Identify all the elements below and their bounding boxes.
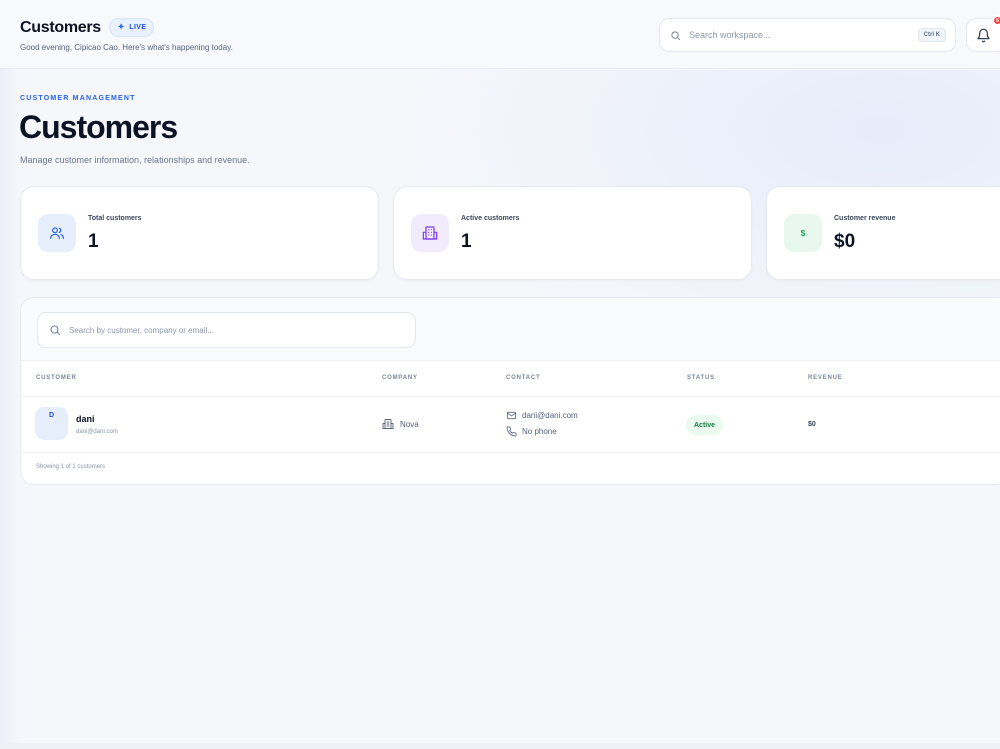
customer-email: dani@dani.com <box>76 429 118 435</box>
customer-name[interactable]: dani <box>76 414 95 424</box>
workspace-search-input[interactable]: Search workspace... Ctrl K <box>659 18 956 52</box>
revenue-value: $0 <box>808 421 816 428</box>
workspace-search-placeholder: Search workspace... <box>689 30 771 40</box>
users-icon <box>38 214 76 252</box>
column-header-status[interactable]: STATUS <box>687 375 715 381</box>
dollar-glyph: $ <box>800 228 806 238</box>
bottom-edge <box>0 743 1000 749</box>
mail-icon <box>506 411 517 420</box>
notification-badge: 6 <box>992 15 1000 26</box>
column-header-revenue[interactable]: REVENUE <box>808 375 843 381</box>
topbar-title: Customers <box>20 18 101 36</box>
live-badge-label: LIVE <box>129 24 147 31</box>
table-row[interactable]: D dani dani@dani.com Nova dani@dani.com … <box>21 397 1000 453</box>
greeting-text: Good evening, Cipicao Cao. Here's what's… <box>20 43 233 52</box>
stat-card-total-customers: Total customers 1 <box>20 186 379 280</box>
stat-card-customer-revenue: $ Customer revenue $0 <box>766 186 1000 280</box>
column-header-contact[interactable]: CONTACT <box>506 375 540 381</box>
customer-search-placeholder: Search by customer, company or email... <box>69 325 214 335</box>
table-toolbar: Search by customer, company or email... <box>21 298 1000 361</box>
topbar-title-row: Customers ✦ LIVE <box>20 18 155 37</box>
contact-phone-line: No phone <box>506 426 557 437</box>
page-description: Manage customer information, relationshi… <box>20 155 250 165</box>
stat-label: Total customers <box>88 215 142 222</box>
top-bar: Customers ✦ LIVE Good evening, Cipicao C… <box>0 0 1000 69</box>
phone-icon <box>506 426 517 437</box>
dollar-icon: $ <box>784 214 822 252</box>
stat-value: $0 <box>834 231 856 252</box>
stat-label: Active customers <box>461 215 520 222</box>
table-footer-count: Showing 1 of 1 customers <box>36 464 106 470</box>
customers-table-panel: Search by customer, company or email... … <box>20 297 1000 485</box>
page-eyebrow: CUSTOMER MANAGEMENT <box>20 95 136 102</box>
column-header-customer[interactable]: CUSTOMER <box>36 375 77 381</box>
search-icon <box>671 30 681 40</box>
search-icon <box>50 325 61 336</box>
table-header: CUSTOMER COMPANY CONTACT STATUS REVENUE <box>21 361 1000 397</box>
stat-value: 1 <box>461 231 472 252</box>
sparkle-icon: ✦ <box>116 21 126 33</box>
avatar: D <box>35 407 68 440</box>
contact-email-line: dani@dani.com <box>506 410 578 421</box>
live-badge: ✦ LIVE <box>108 18 155 37</box>
contact-email[interactable]: dani@dani.com <box>522 411 578 420</box>
status-badge: Active <box>686 415 724 435</box>
search-shortcut-hint: Ctrl K <box>917 28 946 42</box>
customer-search-input[interactable]: Search by customer, company or email... <box>37 312 416 348</box>
stat-value: 1 <box>88 231 99 252</box>
building-icon <box>411 214 449 252</box>
stat-card-active-customers: Active customers 1 <box>393 186 752 280</box>
building-icon <box>382 419 394 429</box>
company-name: Nova <box>400 419 419 429</box>
contact-phone: No phone <box>522 427 557 436</box>
company-cell: Nova <box>382 418 419 430</box>
column-header-company[interactable]: COMPANY <box>382 375 418 381</box>
page-title: Customers <box>19 109 178 145</box>
stat-label: Customer revenue <box>834 215 896 222</box>
bell-icon <box>976 28 990 42</box>
